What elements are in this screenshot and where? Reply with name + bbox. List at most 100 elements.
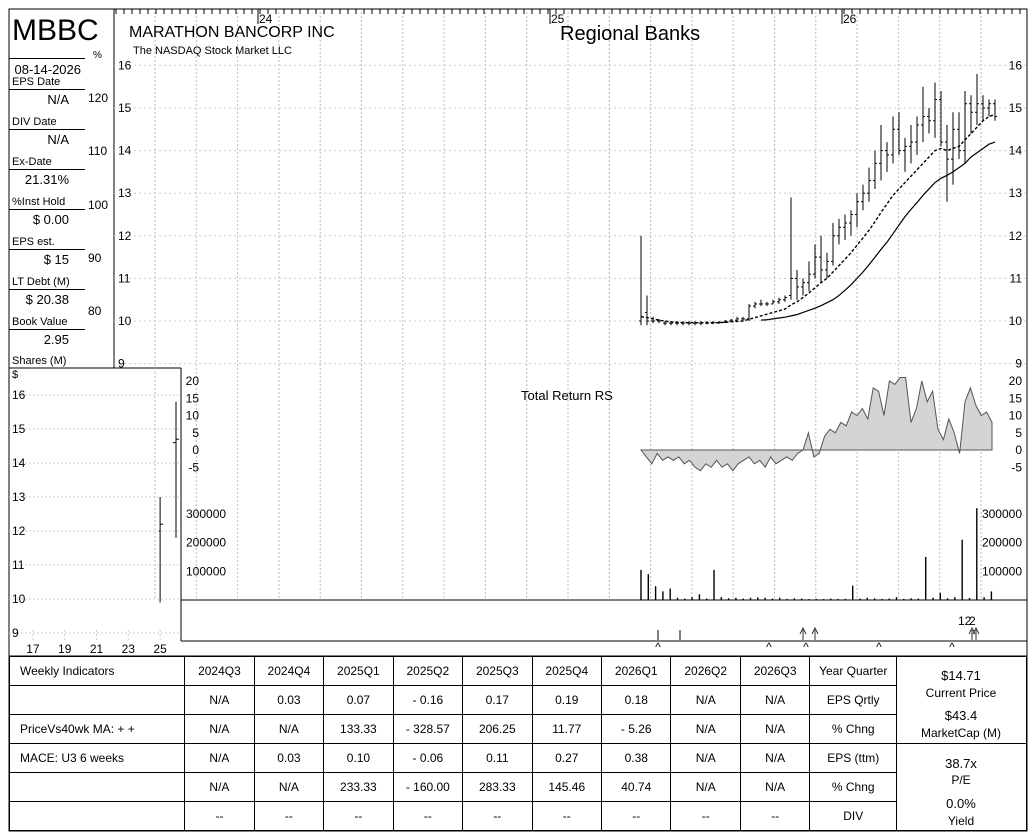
table-cell: - 160.00 [392, 772, 464, 802]
table-cell: - 328.57 [392, 714, 464, 744]
table-header: 2024Q4 [253, 656, 325, 686]
price-tick-right: 12 [1009, 229, 1023, 243]
caret-marker: ^ [803, 640, 809, 654]
inst-hold-box: 21.31% %Inst Hold [9, 170, 85, 210]
inset-y-tick: 15 [12, 422, 26, 436]
table-cell: N/A [739, 685, 811, 715]
rs-tick-left: 15 [186, 391, 200, 405]
rs-tick-left: 5 [192, 426, 199, 440]
table-cell: N/A [253, 714, 325, 744]
row-label: PriceVs40wk MA: + + [8, 714, 186, 744]
shares-box: 2.95 Shares (M) [9, 330, 85, 368]
price-tick-left: 16 [118, 58, 132, 72]
row-tag: % Chng [809, 772, 898, 802]
fundamentals-table: Weekly Indicators 2024Q3 2024Q4 2025Q1 2… [8, 656, 1027, 831]
exchange-name: The NASDAQ Stock Market LLC [133, 45, 292, 57]
table-cell: N/A [739, 743, 811, 773]
inset-y-tick: 12 [12, 524, 26, 538]
inset-x-tick: 17 [26, 642, 40, 656]
vol-tick-right: 100000 [982, 564, 1022, 578]
table-cell: 0.27 [531, 743, 603, 773]
vol-tick-left: 200000 [186, 536, 226, 550]
ex-date-label: Ex-Date [12, 156, 52, 168]
table-cell: 0.03 [253, 685, 325, 715]
table-cell: N/A [670, 743, 741, 773]
rs-tick-right: -5 [1011, 460, 1022, 474]
table-cell: -- [601, 801, 672, 831]
table-cell: N/A [184, 685, 255, 715]
table-cell: 283.33 [462, 772, 533, 802]
table-header: 2025Q1 [323, 656, 394, 686]
row-tag: EPS (ttm) [809, 743, 898, 773]
table-row: PriceVs40wk MA: + + N/A N/A 133.33- 328.57… [8, 714, 1027, 744]
rs-tick-left: 20 [186, 374, 200, 388]
table-cell: N/A [184, 714, 255, 744]
price-tick-left: 14 [118, 144, 132, 158]
vol-tick-left: 300000 [186, 507, 226, 521]
table-cell: 40.74 [601, 772, 672, 802]
marketcap-label: MarketCap (M) [920, 726, 1001, 740]
inset-x-tick: 21 [90, 642, 104, 656]
table-cell: -- [739, 801, 811, 831]
book-value-box: $ 20.38 Book Value [9, 290, 85, 330]
row-label [8, 801, 186, 831]
caret-marker: ^ [766, 640, 772, 654]
inset-y-tick: 9 [12, 626, 19, 640]
table-cell: N/A [670, 714, 741, 744]
table-cell: -- [670, 801, 741, 831]
lt-debt-label: LT Debt (M) [12, 276, 70, 288]
table-row: N/A N/A 233.33- 160.00 283.33 145.46 40.74 N/A… [8, 772, 1027, 802]
price-tick-right: 13 [1009, 186, 1023, 200]
table-cell: - 5.26 [601, 714, 672, 744]
caret-marker: ^ [655, 640, 661, 654]
pct-tick: 100 [88, 198, 109, 212]
table-header: 2026Q3 [739, 656, 811, 686]
rs-tick-right: 5 [1015, 426, 1022, 440]
ma10-line [640, 113, 996, 324]
pct-symbol: % [93, 50, 102, 61]
price-tick-right: 15 [1009, 101, 1023, 115]
table-row: -- -- -- -- -- -- -- -- -- DIV [8, 801, 1027, 831]
caret-marker: ^ [876, 640, 882, 654]
price-tick-left: 10 [118, 314, 132, 328]
table-cell: 0.07 [323, 685, 394, 715]
inset-y-tick: 13 [12, 490, 26, 504]
pct-tick: 110 [88, 144, 108, 158]
pct-tick: 80 [88, 304, 102, 318]
table-cell: 0.03 [253, 743, 325, 773]
rs-label: Total Return RS [521, 388, 613, 403]
eps-date-value: 08-14-2026 [14, 62, 82, 77]
row-tag: DIV [809, 801, 898, 831]
vol-tick-right: 200000 [982, 536, 1022, 550]
table-cell: 233.33 [323, 772, 394, 802]
vol-tick-left: 100000 [186, 564, 226, 578]
current-price-label: Current Price [925, 686, 997, 700]
row-tag: EPS Qrtly [809, 685, 898, 715]
year-label-26: 26 [843, 12, 857, 26]
inset-y-tick: 14 [12, 456, 26, 470]
table-cell: - 0.16 [392, 685, 464, 715]
inset-y-tick: 11 [12, 558, 25, 572]
table-cell: 206.25 [462, 714, 533, 744]
eps-est-label: EPS est. [12, 236, 55, 248]
table-cell: N/A [253, 772, 325, 802]
inst-hold-value: 21.31% [24, 172, 69, 187]
vol-tick-right: 300000 [982, 507, 1022, 521]
div-date-box: N/A DIV Date [9, 90, 85, 130]
table-cell: N/A [670, 685, 741, 715]
ticker-symbol: MBBC [12, 14, 99, 47]
table-cell: N/A [184, 772, 255, 802]
row-tag: % Chng [809, 714, 898, 744]
caret-marker: ^ [949, 640, 955, 654]
table-header-row: Weekly Indicators 2024Q3 2024Q4 2025Q1 2… [8, 656, 1027, 744]
table-cell: 11.77 [531, 714, 603, 744]
table-cell: -- [392, 801, 464, 831]
table-header: Weekly Indicators [8, 656, 186, 686]
table-cell: -- [253, 801, 325, 831]
inset-x-tick: 23 [122, 642, 136, 656]
table-cell: 0.18 [601, 685, 672, 715]
shares-value: 2.95 [43, 332, 69, 347]
row-label [8, 772, 186, 802]
lt-debt-box: $ 15 LT Debt (M) [9, 250, 85, 290]
rs-tick-left: 0 [192, 443, 199, 457]
